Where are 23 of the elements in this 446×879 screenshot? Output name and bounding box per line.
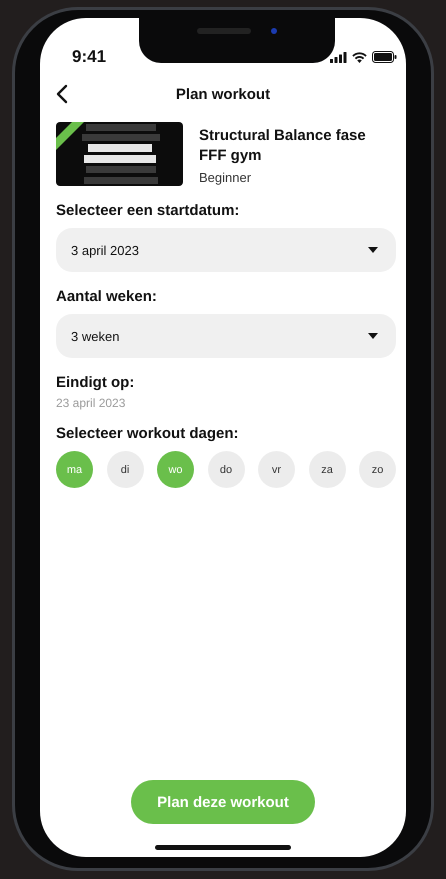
end-date-label: Eindigt op: (56, 374, 134, 391)
wifi-icon (352, 52, 367, 62)
dropdown-field[interactable]: 3 april 2023 (56, 228, 396, 272)
signal-icon (330, 52, 347, 62)
battery-icon (372, 51, 397, 63)
workout-level: Beginner (199, 170, 252, 185)
day-toggle[interactable]: di (106, 451, 144, 488)
caret-icon (368, 247, 378, 253)
days-label: Selecteer workout dagen: (56, 425, 239, 442)
day-toggle[interactable]: vr (258, 451, 295, 488)
end-date-value: 23 april 2023 (56, 396, 126, 410)
workout-title: Structural Balance fase (199, 126, 366, 146)
page-title: Plan workout (176, 86, 270, 102)
field-label: Aantal weken: (56, 288, 157, 305)
caret-icon (368, 333, 378, 339)
day-toggle[interactable]: zo (359, 451, 396, 488)
workout-subtitle: FFF gym (199, 146, 262, 166)
back-button[interactable] (56, 84, 68, 104)
dropdown-field[interactable]: 3 weken (56, 314, 396, 358)
status-time: 9:41 (72, 47, 106, 67)
day-toggle[interactable]: za (308, 451, 346, 488)
field-label: Selecteer een startdatum: (56, 202, 240, 219)
day-toggle[interactable]: do (208, 451, 244, 488)
